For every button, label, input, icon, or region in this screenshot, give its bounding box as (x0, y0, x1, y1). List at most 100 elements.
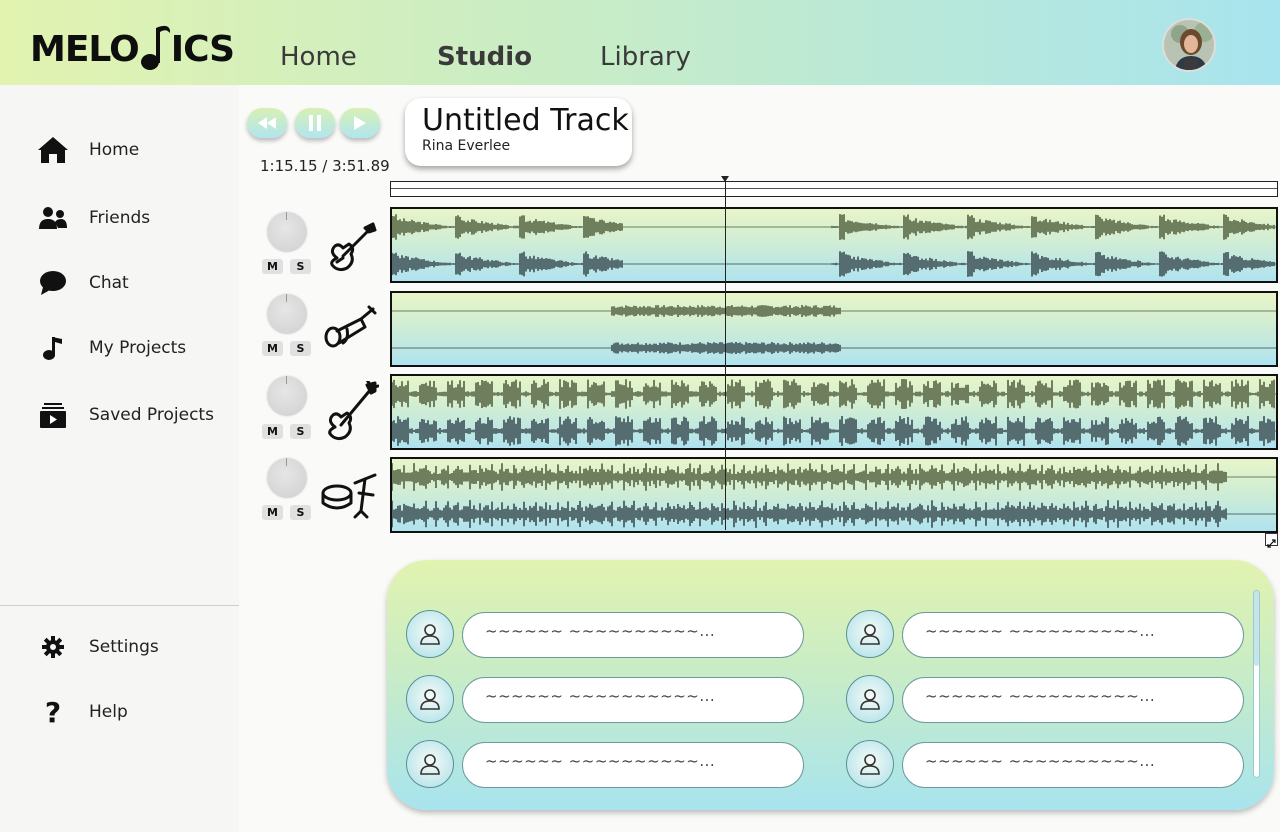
bass-guitar-icon[interactable] (321, 378, 380, 441)
sidebar: Home Friends Chat My Projects Saved Proj… (0, 85, 239, 832)
sidebar-item-label: Settings (89, 637, 159, 657)
timeline-ruler[interactable] (390, 181, 1278, 197)
mute-button[interactable]: M (262, 424, 283, 439)
melodics-logo[interactable]: MELO ICS (30, 20, 235, 70)
chat-user-avatar[interactable] (406, 740, 454, 788)
electric-guitar-icon[interactable] (321, 218, 379, 276)
sidebar-item-label: My Projects (89, 338, 187, 358)
solo-button[interactable]: S (290, 505, 311, 520)
sidebar-item-label: Friends (89, 208, 151, 228)
sidebar-item-label: Saved Projects (89, 405, 214, 425)
volume-knob[interactable] (267, 294, 307, 334)
solo-button[interactable]: S (290, 424, 311, 439)
waveform-channel (392, 463, 1227, 491)
waveform-channel (392, 251, 1275, 277)
volume-knob[interactable] (267, 212, 307, 252)
play-icon (354, 116, 366, 130)
chat-message[interactable]: ~~~~~~ ~~~~~~~~~~... (902, 742, 1244, 788)
waveform (392, 463, 1276, 528)
waveform-channel (392, 214, 1275, 240)
playhead[interactable] (725, 177, 726, 530)
playback-time: 1:15.15 / 3:51.89 (260, 157, 390, 175)
waveform-channel (611, 342, 841, 354)
sidebar-item-label: Chat (89, 273, 129, 293)
track-lane-trumpet[interactable] (390, 291, 1278, 367)
top-bar: MELO ICS Home Studio Library (0, 0, 1280, 85)
drums-icon[interactable] (321, 471, 379, 529)
track-lane-bass[interactable] (390, 374, 1278, 450)
sidebar-item-chat[interactable]: Chat (36, 266, 129, 300)
solo-button[interactable]: S (290, 259, 311, 274)
user-icon (860, 624, 880, 645)
chat-user-avatar[interactable] (406, 675, 454, 723)
chat-user-avatar[interactable] (846, 610, 894, 658)
pause-icon (309, 115, 321, 131)
waveform-channel (392, 379, 1275, 409)
chat-user-avatar[interactable] (846, 740, 894, 788)
chat-message[interactable]: ~~~~~~ ~~~~~~~~~~... (462, 612, 804, 658)
logo-note-icon (140, 24, 170, 70)
sidebar-item-settings[interactable]: Settings (36, 630, 159, 664)
waveform (392, 379, 1276, 446)
user-icon (860, 754, 880, 775)
mute-button[interactable]: M (262, 505, 283, 520)
chat-icon (36, 266, 70, 300)
sidebar-item-label: Home (89, 140, 140, 160)
chat-message[interactable]: ~~~~~~ ~~~~~~~~~~... (462, 677, 804, 723)
track-title[interactable]: Untitled Track (422, 104, 632, 138)
topnav-studio[interactable]: Studio (437, 42, 532, 72)
saved-projects-icon (36, 398, 70, 432)
help-icon: ? (44, 695, 62, 729)
sidebar-item-my-projects[interactable]: My Projects (36, 331, 186, 365)
user-avatar[interactable] (1162, 18, 1216, 72)
mute-button[interactable]: M (262, 259, 283, 274)
user-icon (860, 689, 880, 710)
sidebar-divider (0, 605, 239, 606)
volume-knob[interactable] (267, 458, 307, 498)
waveform (392, 305, 1276, 354)
trumpet-icon[interactable] (321, 299, 379, 357)
chat-message[interactable]: ~~~~~~ ~~~~~~~~~~... (902, 677, 1244, 723)
chat-panel: ~~~~~~ ~~~~~~~~~~... ~~~~~~ ~~~~~~~~~~..… (387, 560, 1274, 810)
chat-user-avatar[interactable] (846, 675, 894, 723)
rewind-button[interactable] (247, 108, 287, 138)
solo-button[interactable]: S (290, 341, 311, 356)
chat-scrollbar[interactable] (1253, 590, 1260, 778)
topnav-home[interactable]: Home (280, 42, 357, 72)
music-note-icon (36, 331, 70, 365)
track-lane-guitar[interactable] (390, 207, 1278, 283)
mute-button[interactable]: M (262, 341, 283, 356)
chat-scrollbar-thumb[interactable] (1254, 591, 1259, 666)
sidebar-item-home[interactable]: Home (36, 133, 139, 167)
waveform (392, 214, 1276, 277)
play-button[interactable] (340, 108, 380, 138)
playhead-marker[interactable] (721, 176, 729, 182)
logo-text-end: ICS (170, 29, 235, 70)
sidebar-item-help[interactable]: ? Help (36, 695, 128, 729)
track-title-card[interactable]: Untitled Track Rina Everlee (405, 98, 632, 166)
sidebar-item-label: Help (89, 702, 128, 722)
rewind-icon (258, 117, 276, 129)
sidebar-item-friends[interactable]: Friends (36, 201, 150, 235)
studio-area: 1:15.15 / 3:51.89 Untitled Track Rina Ev… (239, 85, 1280, 832)
user-icon (420, 624, 440, 645)
sidebar-item-saved-projects[interactable]: Saved Projects (36, 398, 214, 432)
user-icon (420, 754, 440, 775)
expand-icon[interactable] (1265, 533, 1278, 548)
topnav-library[interactable]: Library (600, 42, 691, 72)
friends-icon (36, 201, 70, 235)
pause-button[interactable] (295, 108, 335, 138)
logo-text-start: MELO (30, 29, 140, 70)
waveform-channel (392, 416, 1275, 446)
home-icon (36, 133, 70, 167)
gear-icon (36, 630, 70, 664)
track-artist: Rina Everlee (422, 138, 511, 154)
chat-message[interactable]: ~~~~~~ ~~~~~~~~~~... (462, 742, 804, 788)
waveform-channel (392, 500, 1227, 528)
track-lane-drums[interactable] (390, 457, 1278, 533)
user-icon (420, 689, 440, 710)
waveform-channel (611, 305, 841, 317)
chat-user-avatar[interactable] (406, 610, 454, 658)
volume-knob[interactable] (267, 376, 307, 416)
chat-message[interactable]: ~~~~~~ ~~~~~~~~~~... (902, 612, 1244, 658)
